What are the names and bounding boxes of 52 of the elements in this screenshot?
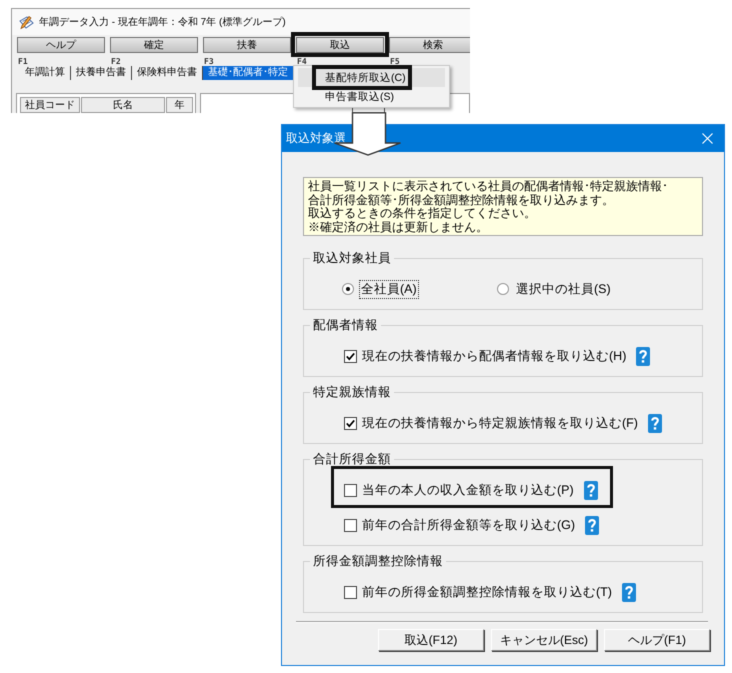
function-key-button[interactable]: 検索 <box>389 37 470 53</box>
tab[interactable]: 年調計算 <box>20 66 71 80</box>
close-icon <box>702 133 712 144</box>
group-title: 特定親族情報 <box>312 385 392 399</box>
function-key-button[interactable]: 扶養 <box>203 37 291 53</box>
radio-option[interactable]: 全社員(A) <box>342 280 497 298</box>
function-key-button[interactable]: 確定 <box>110 37 198 53</box>
window-title: 年調データ入力 - 現在年調年：令和 7年 (標準グループ) <box>39 16 286 29</box>
column-header: 氏名 <box>81 97 165 113</box>
checkbox-option[interactable]: 前年の合計所得金額等を取り込む(G) <box>344 516 576 534</box>
shortcut-key-label: F5 <box>389 58 401 66</box>
radio-icon[interactable] <box>497 283 509 295</box>
radio-icon[interactable] <box>342 283 354 295</box>
checkbox-option[interactable]: 現在の扶養情報から配偶者情報を取り込む(H) <box>344 348 626 364</box>
group-title: 配偶者情報 <box>312 318 379 332</box>
checkbox-icon[interactable] <box>344 518 357 532</box>
menu-item[interactable]: 基配特所取込(C) <box>298 68 445 87</box>
column-header: 社員コード <box>20 97 80 113</box>
help-icon[interactable] <box>648 414 662 432</box>
radio-option[interactable]: 選択中の社員(S) <box>497 280 652 298</box>
help-icon[interactable] <box>622 582 636 602</box>
function-key-button[interactable]: 取込 <box>296 37 384 53</box>
checkbox-option[interactable]: 当年の本人の収入金額を取り込む(P) <box>344 482 574 498</box>
help-icon[interactable] <box>585 516 600 534</box>
import-button[interactable]: 取込(F12) <box>378 629 484 651</box>
notice-text: ※確定済の社員は更新しません。 <box>308 220 489 234</box>
notice-text: 社員一覧リストに表示されている社員の配偶者情報･特定親族情報･合計所得金額等･所得金額調整控除情報を取り込みます。 <box>308 180 669 206</box>
shortcut-key-label: F3 <box>203 58 215 66</box>
checkbox-icon[interactable] <box>344 416 357 430</box>
checkbox-icon[interactable] <box>344 484 357 496</box>
menu-item-label[interactable]: 基配特所取込(C) <box>325 70 406 84</box>
tab[interactable]: 扶養申告書 <box>71 66 132 80</box>
tab[interactable]: 基礎･配偶者･特定 <box>203 66 293 80</box>
menu-item[interactable]: 申告書取込(S) <box>298 87 445 106</box>
shortcut-key-label: F2 <box>110 58 122 66</box>
checkbox-icon[interactable] <box>344 350 357 362</box>
help-icon[interactable] <box>584 480 598 500</box>
function-key-button[interactable]: ヘルプ <box>17 37 105 53</box>
checkbox-option[interactable]: 現在の扶養情報から特定親族情報を取り込む(F) <box>344 414 638 432</box>
help-icon[interactable] <box>636 346 650 366</box>
checkbox-icon[interactable] <box>344 586 357 598</box>
group-title: 所得金額調整控除情報 <box>312 554 444 568</box>
notice-text: 取込するときの条件を指定してください。 <box>308 207 537 220</box>
notepad-pencil-icon <box>19 14 34 30</box>
shortcut-key-label: F1 <box>17 58 29 66</box>
cancel-button[interactable]: キャンセル(Esc) <box>491 629 597 651</box>
column-header: 年 <box>166 97 193 113</box>
group-title: 合計所得金額 <box>312 452 392 466</box>
help-button[interactable]: ヘルプ(F1) <box>604 629 710 651</box>
checkbox-option[interactable]: 前年の所得金額調整控除情報を取り込む(T) <box>344 584 612 600</box>
group-title: 取込対象社員 <box>312 251 392 265</box>
shortcut-key-label: F4 <box>296 58 308 66</box>
